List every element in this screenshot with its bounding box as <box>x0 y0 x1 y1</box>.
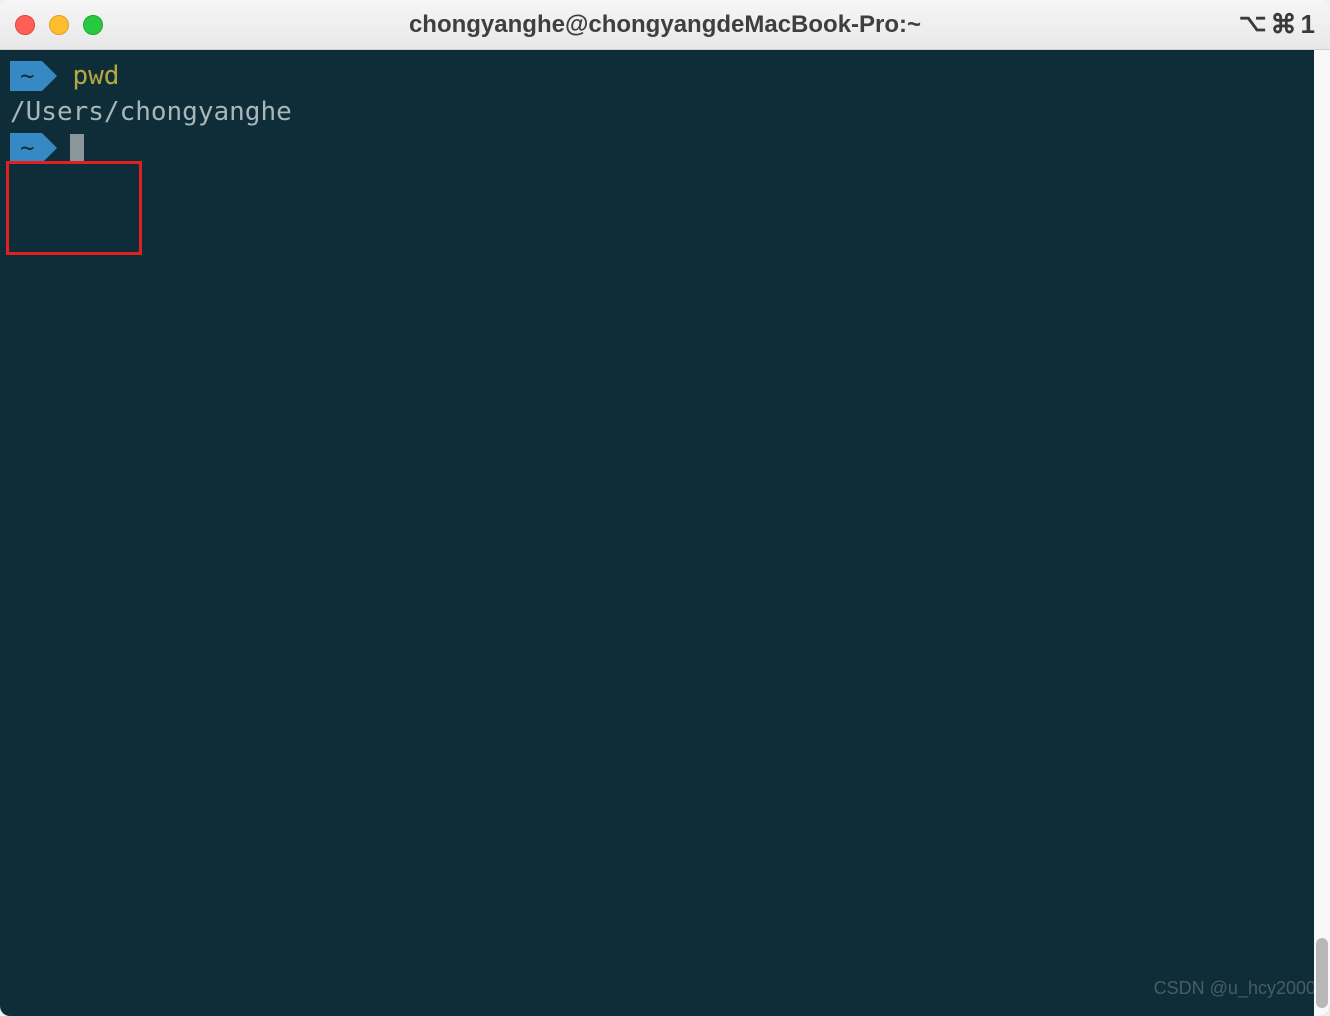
terminal-window: chongyanghe@chongyangdeMacBook-Pro:~ ⌥⌘1… <box>0 0 1330 1016</box>
command-text: pwd <box>72 58 119 94</box>
scrollbar-thumb[interactable] <box>1316 938 1328 1008</box>
traffic-lights <box>15 15 103 35</box>
terminal-line: ~ pwd <box>8 58 1312 94</box>
terminal-content[interactable]: ~ pwd /Users/chongyanghe ~ <box>8 58 1312 1008</box>
titlebar-shortcut: ⌥⌘1 <box>1239 9 1315 40</box>
prompt-path-segment: ~ <box>10 61 42 91</box>
close-button[interactable] <box>15 15 35 35</box>
prompt-path-segment: ~ <box>10 133 42 163</box>
minimize-button[interactable] <box>49 15 69 35</box>
command-key-icon: ⌘ <box>1271 9 1297 40</box>
terminal-line: ~ <box>8 130 1312 166</box>
terminal-body[interactable]: ~ pwd /Users/chongyanghe ~ CSDN @u_hcy20… <box>0 50 1330 1016</box>
option-key-icon: ⌥ <box>1239 9 1267 38</box>
titlebar[interactable]: chongyanghe@chongyangdeMacBook-Pro:~ ⌥⌘1 <box>0 0 1330 50</box>
shortcut-number: 1 <box>1301 9 1315 40</box>
scrollbar-track[interactable] <box>1314 50 1330 1016</box>
terminal-output-line: /Users/chongyanghe <box>8 94 1312 130</box>
window-title: chongyanghe@chongyangdeMacBook-Pro:~ <box>409 11 921 39</box>
cursor-icon <box>70 134 84 162</box>
zoom-button[interactable] <box>83 15 103 35</box>
watermark-text: CSDN @u_hcy2000 <box>1154 970 1316 1006</box>
